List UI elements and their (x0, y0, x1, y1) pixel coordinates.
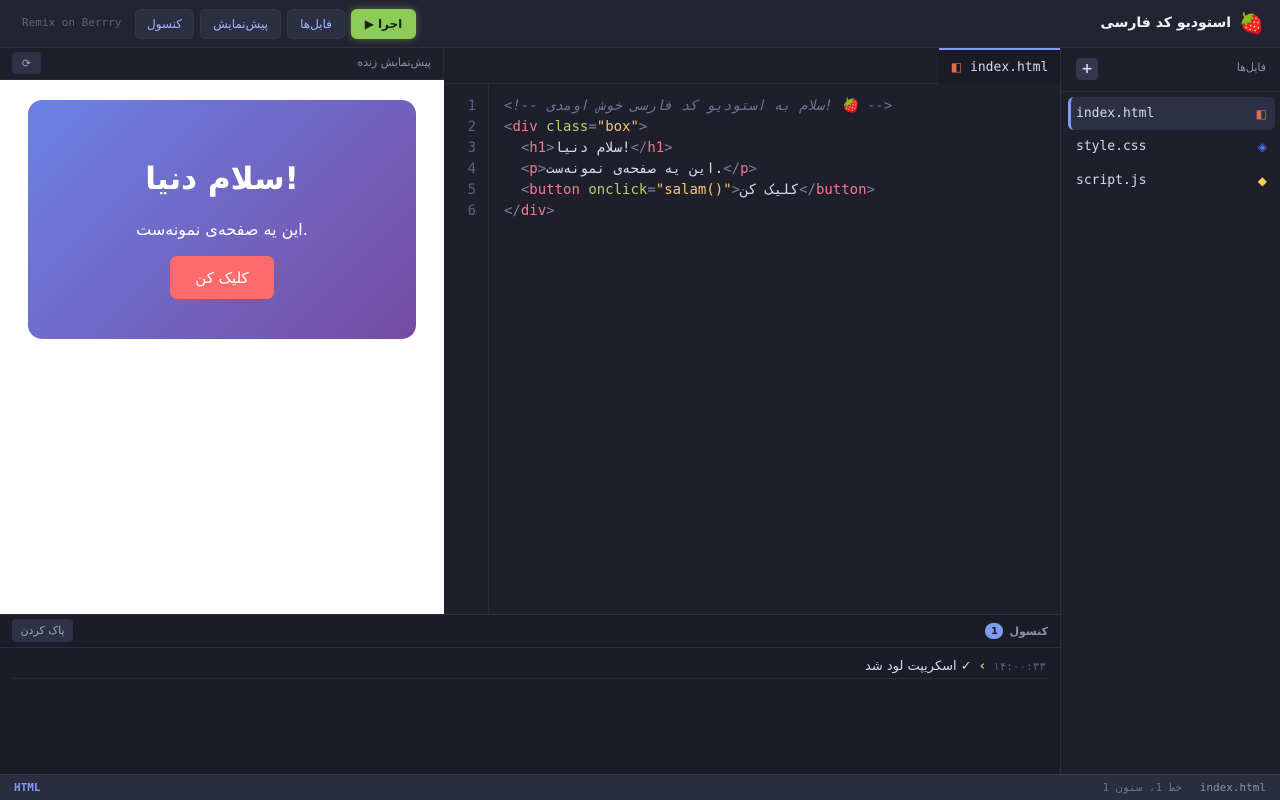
line-number: 6 (467, 203, 476, 219)
refresh-icon: ⟳ (21, 56, 32, 70)
file-name: style.css (1076, 139, 1147, 154)
play-icon: ▶ (364, 17, 374, 31)
status-cursor-position: خط 1، ستون 1 (1102, 781, 1182, 794)
sidebar-title: فایل‌ها (1236, 61, 1266, 74)
line-number: 4 (467, 161, 476, 177)
remix-link[interactable]: Remix on Berrry (22, 16, 121, 29)
app-title: استودیو کد فارسی (1100, 15, 1232, 31)
preview-toggle-button[interactable]: پیش‌نمایش (200, 9, 281, 39)
code-line-3: <h1>سلام دنیا!</h1> (520, 140, 673, 156)
console-log-row: ۱۴:۰۰:۳۳ › ✓ اسکریپت لود شد (12, 655, 1048, 679)
files-sidebar: فایل‌ها + index.html ◧ style.css ◈ scrip… (1060, 48, 1280, 774)
status-language: HTML (14, 781, 41, 794)
code-editor[interactable]: ◧ index.html 1 2 3 4 5 6 <!-- سلام به اس… (445, 48, 1060, 614)
brand: 🍓 استودیو کد فارسی (1100, 10, 1264, 36)
code-line-6: </div> (504, 203, 555, 219)
strawberry-logo-icon: 🍓 (1239, 11, 1264, 35)
js-file-icon: ◆ (1257, 173, 1267, 188)
css-file-icon: ◈ (1257, 139, 1267, 154)
editor-tab-index-html[interactable]: ◧ index.html (939, 48, 1060, 84)
log-arrow-icon: › (979, 659, 986, 674)
line-number: 5 (467, 182, 476, 198)
preview-card: سلام دنیا! این یه صفحه‌ی نمونه‌ست. کلیک … (28, 100, 416, 339)
file-item-script-js[interactable]: script.js ◆ (1068, 164, 1275, 197)
code-line-1: <!-- سلام به استودیو کد فارسی خوش اومدی!… (504, 96, 892, 117)
code-comment: <!-- سلام به استودیو کد فارسی خوش اومدی!… (504, 98, 893, 114)
files-toggle-button[interactable]: فایل‌ها (287, 9, 345, 39)
preview-click-button[interactable]: کلیک کن (170, 256, 274, 299)
clear-console-button[interactable]: پاک کردن (12, 619, 73, 642)
line-number-gutter: 1 2 3 4 5 6 (445, 84, 489, 614)
file-name: script.js (1076, 173, 1147, 188)
code-line-4: <p>این یه صفحه‌ی نمونه‌ست.</p> (520, 161, 757, 177)
line-number: 1 (467, 98, 476, 114)
console-toggle-button[interactable]: کنسول (135, 9, 194, 39)
editor-tab-label: index.html (970, 59, 1049, 75)
editor-tab-bar: ◧ index.html (445, 48, 1060, 84)
refresh-preview-button[interactable]: ⟳ (12, 52, 41, 74)
top-bar: 🍓 استودیو کد فارسی ▶ اجرا فایل‌ها پیش‌نم… (0, 0, 1280, 48)
code-line-5: <button onclick="salam()">کلیک کن</butto… (520, 182, 875, 198)
log-timestamp: ۱۴:۰۰:۳۳ (993, 660, 1046, 673)
console-title: کنسول 1 (985, 623, 1048, 639)
line-number: 2 (467, 119, 476, 135)
html-file-icon: ◧ (1255, 106, 1267, 121)
file-item-index-html[interactable]: index.html ◧ (1068, 97, 1275, 130)
console-title-label: کنسول (1009, 624, 1048, 638)
console-count-badge: 1 (985, 623, 1004, 639)
file-name: index.html (1076, 106, 1155, 121)
log-message: ✓ اسکریپت لود شد (865, 659, 972, 674)
code-line-2: <div class="box"> (504, 119, 648, 135)
preview-header: پیش‌نمایش زنده ⟳ (0, 48, 444, 80)
live-preview-frame: سلام دنیا! این یه صفحه‌ی نمونه‌ست. کلیک … (0, 80, 444, 614)
preview-title: پیش‌نمایش زنده (357, 56, 431, 69)
preview-heading: سلام دنیا! (145, 161, 299, 197)
run-button-label: اجرا (377, 17, 403, 31)
file-item-style-css[interactable]: style.css ◈ (1068, 130, 1275, 163)
status-file-name: index.html (1199, 781, 1266, 794)
html-file-icon: ◧ (950, 60, 963, 74)
run-button[interactable]: ▶ اجرا (351, 9, 416, 39)
status-bar: HTML خط 1، ستون 1 index.html (0, 774, 1280, 800)
console-header: کنسول 1 پاک کردن (0, 615, 1060, 648)
sidebar-header: فایل‌ها + (1061, 48, 1280, 92)
console-panel: کنسول 1 پاک کردن ۱۴:۰۰:۳۳ › ✓ اسکریپت لو… (0, 614, 1060, 774)
add-file-button[interactable]: + (1076, 58, 1098, 80)
line-number: 3 (467, 140, 476, 156)
preview-paragraph: این یه صفحه‌ی نمونه‌ست. (136, 220, 308, 239)
